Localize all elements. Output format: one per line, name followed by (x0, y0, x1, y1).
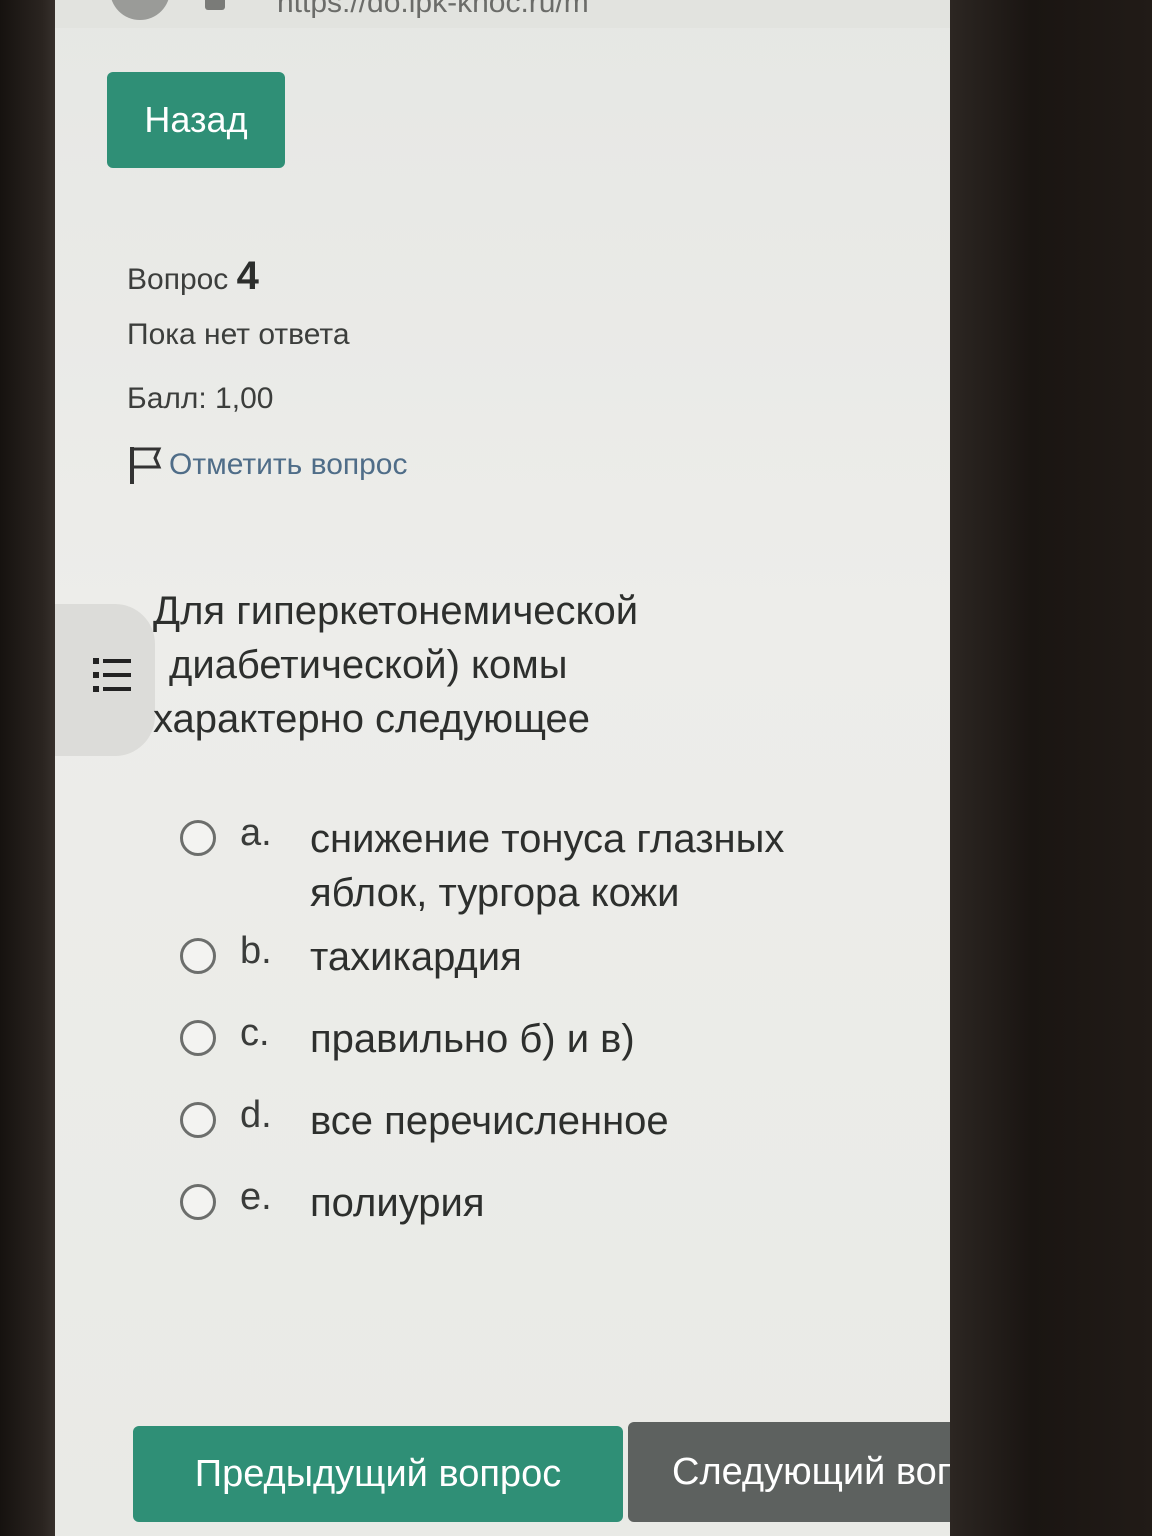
radio-button[interactable] (180, 1102, 216, 1138)
answer-option-b[interactable]: b. тахикардия (180, 930, 850, 984)
answer-text: правильно б) и в) (310, 1017, 635, 1061)
device-bezel-right (950, 0, 1152, 1536)
question-score: Балл: 1,00 (127, 382, 274, 415)
flag-icon (130, 447, 162, 484)
phone-screen: ✕ https://do.ipk-knoc.ru/m Назад Вопрос … (55, 0, 950, 1536)
radio-button[interactable] (180, 1184, 216, 1220)
answer-text: тахикардия (310, 935, 522, 979)
radio-button[interactable] (180, 820, 216, 856)
list-icon[interactable] (91, 654, 133, 696)
answer-text: все перечисленное (310, 1099, 669, 1143)
answer-letter: b. (240, 930, 272, 972)
answer-option-c[interactable]: c. правильно б) и в) (180, 1012, 850, 1066)
answer-letter: d. (240, 1094, 272, 1136)
answer-letter: c. (240, 1012, 270, 1054)
device-bezel-left (0, 0, 60, 1536)
url-text[interactable]: https://do.ipk-knoc.ru/m (277, 0, 589, 20)
question-line: диабетической) комы (169, 643, 568, 687)
question-status: Пока нет ответа (127, 318, 350, 351)
flag-question-label: Отметить вопрос (169, 448, 408, 481)
answer-text: полиурия (310, 1181, 485, 1225)
answer-option-d[interactable]: d. все перечисленное (180, 1094, 850, 1148)
answer-option-a[interactable]: a. снижение тонуса глазных яблок, тургор… (180, 812, 850, 920)
answer-letter: e. (240, 1176, 272, 1218)
answer-letter: a. (240, 812, 272, 854)
previous-question-button[interactable]: Предыдущий вопрос (133, 1426, 623, 1522)
next-question-button[interactable]: Следующий вопрос (628, 1422, 950, 1522)
radio-button[interactable] (180, 938, 216, 974)
flag-question-link[interactable]: Отметить вопрос (127, 444, 408, 486)
question-number: Вопрос 4 (127, 254, 259, 299)
question-text: Для гиперкетонемической диабетической) к… (153, 584, 753, 746)
radio-button[interactable] (180, 1020, 216, 1056)
question-number-value: 4 (236, 254, 259, 298)
lock-icon (205, 0, 225, 10)
question-line: характерно следующее (153, 697, 591, 741)
question-label: Вопрос (127, 263, 229, 296)
answer-text: снижение тонуса глазных яблок, тургора к… (310, 817, 785, 915)
question-line: Для гиперкетонемической (153, 589, 639, 633)
back-button[interactable]: Назад (107, 72, 285, 168)
answer-option-e[interactable]: e. полиурия (180, 1176, 850, 1230)
